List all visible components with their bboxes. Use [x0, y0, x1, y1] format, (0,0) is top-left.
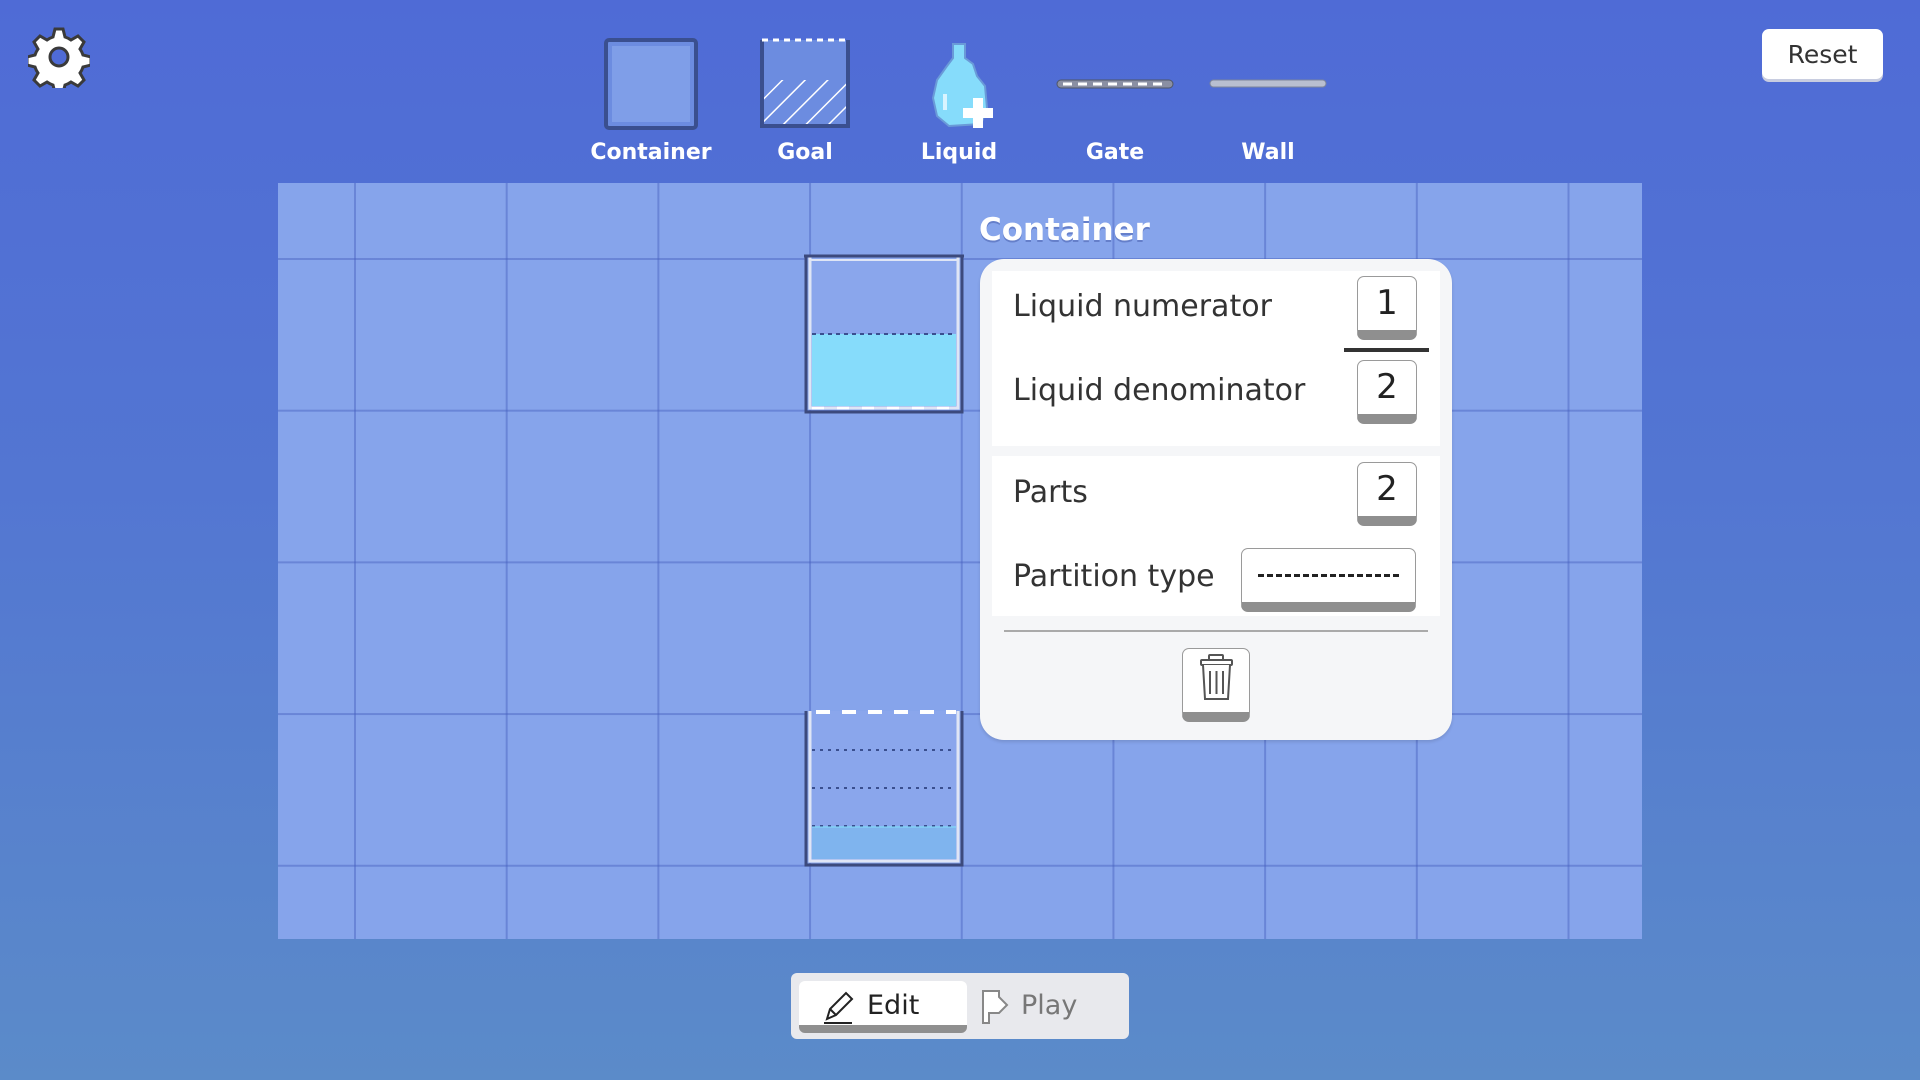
- edit-mode-label: Edit: [867, 990, 920, 1021]
- tool-liquid-label: Liquid: [920, 140, 998, 165]
- lower-container[interactable]: [802, 707, 966, 867]
- gate-icon: [1056, 79, 1174, 89]
- partition-type-label: Partition type: [1013, 559, 1215, 594]
- liquid-denominator-label: Liquid denominator: [1013, 373, 1306, 408]
- container-icon: [604, 38, 698, 130]
- pencil-icon: [824, 991, 854, 1024]
- tool-goal[interactable]: Goal: [735, 36, 875, 171]
- dashed-line-icon: [1258, 574, 1399, 577]
- play-mode-button[interactable]: Play: [979, 981, 1119, 1033]
- play-mode-label: Play: [1021, 990, 1078, 1021]
- liquid-numerator-stepper[interactable]: 1: [1357, 276, 1417, 340]
- goal-icon: [760, 38, 850, 128]
- reset-button[interactable]: Reset: [1762, 29, 1883, 79]
- settings-gear-icon[interactable]: [25, 26, 93, 95]
- liquid-numerator-label: Liquid numerator: [1013, 289, 1272, 324]
- partition-type-selector[interactable]: [1241, 548, 1416, 612]
- wall-icon: [1209, 79, 1327, 88]
- tool-liquid[interactable]: Liquid: [889, 36, 1029, 171]
- delete-container-button[interactable]: [1182, 648, 1250, 722]
- edit-mode-button[interactable]: Edit: [799, 981, 967, 1033]
- trash-icon: [1200, 654, 1233, 700]
- tool-gate-label: Gate: [1085, 140, 1145, 165]
- upper-container[interactable]: [802, 254, 966, 414]
- lower-container-liquid: [812, 826, 956, 859]
- tool-container-label: Container: [590, 140, 712, 165]
- parts-stepper[interactable]: 2: [1357, 462, 1417, 526]
- container-properties-panel: Liquid numerator 1 Liquid denominator 2 …: [980, 259, 1452, 740]
- liquid-denominator-stepper[interactable]: 2: [1357, 360, 1417, 424]
- tool-container[interactable]: Container: [581, 36, 721, 171]
- parts-label: Parts: [1013, 475, 1088, 510]
- tool-wall[interactable]: Wall: [1198, 36, 1338, 171]
- upper-container-liquid: [812, 334, 956, 406]
- liquid-drop-plus-icon: [931, 43, 993, 128]
- tool-gate[interactable]: Gate: [1045, 36, 1185, 171]
- panel-divider: [1004, 630, 1428, 632]
- flag-icon: [982, 990, 1009, 1024]
- mode-toggle: Edit Play: [791, 973, 1129, 1039]
- tool-wall-label: Wall: [1241, 140, 1295, 165]
- tool-goal-label: Goal: [777, 140, 833, 165]
- fraction-bar: [1344, 348, 1429, 352]
- panel-title: Container: [979, 212, 1150, 248]
